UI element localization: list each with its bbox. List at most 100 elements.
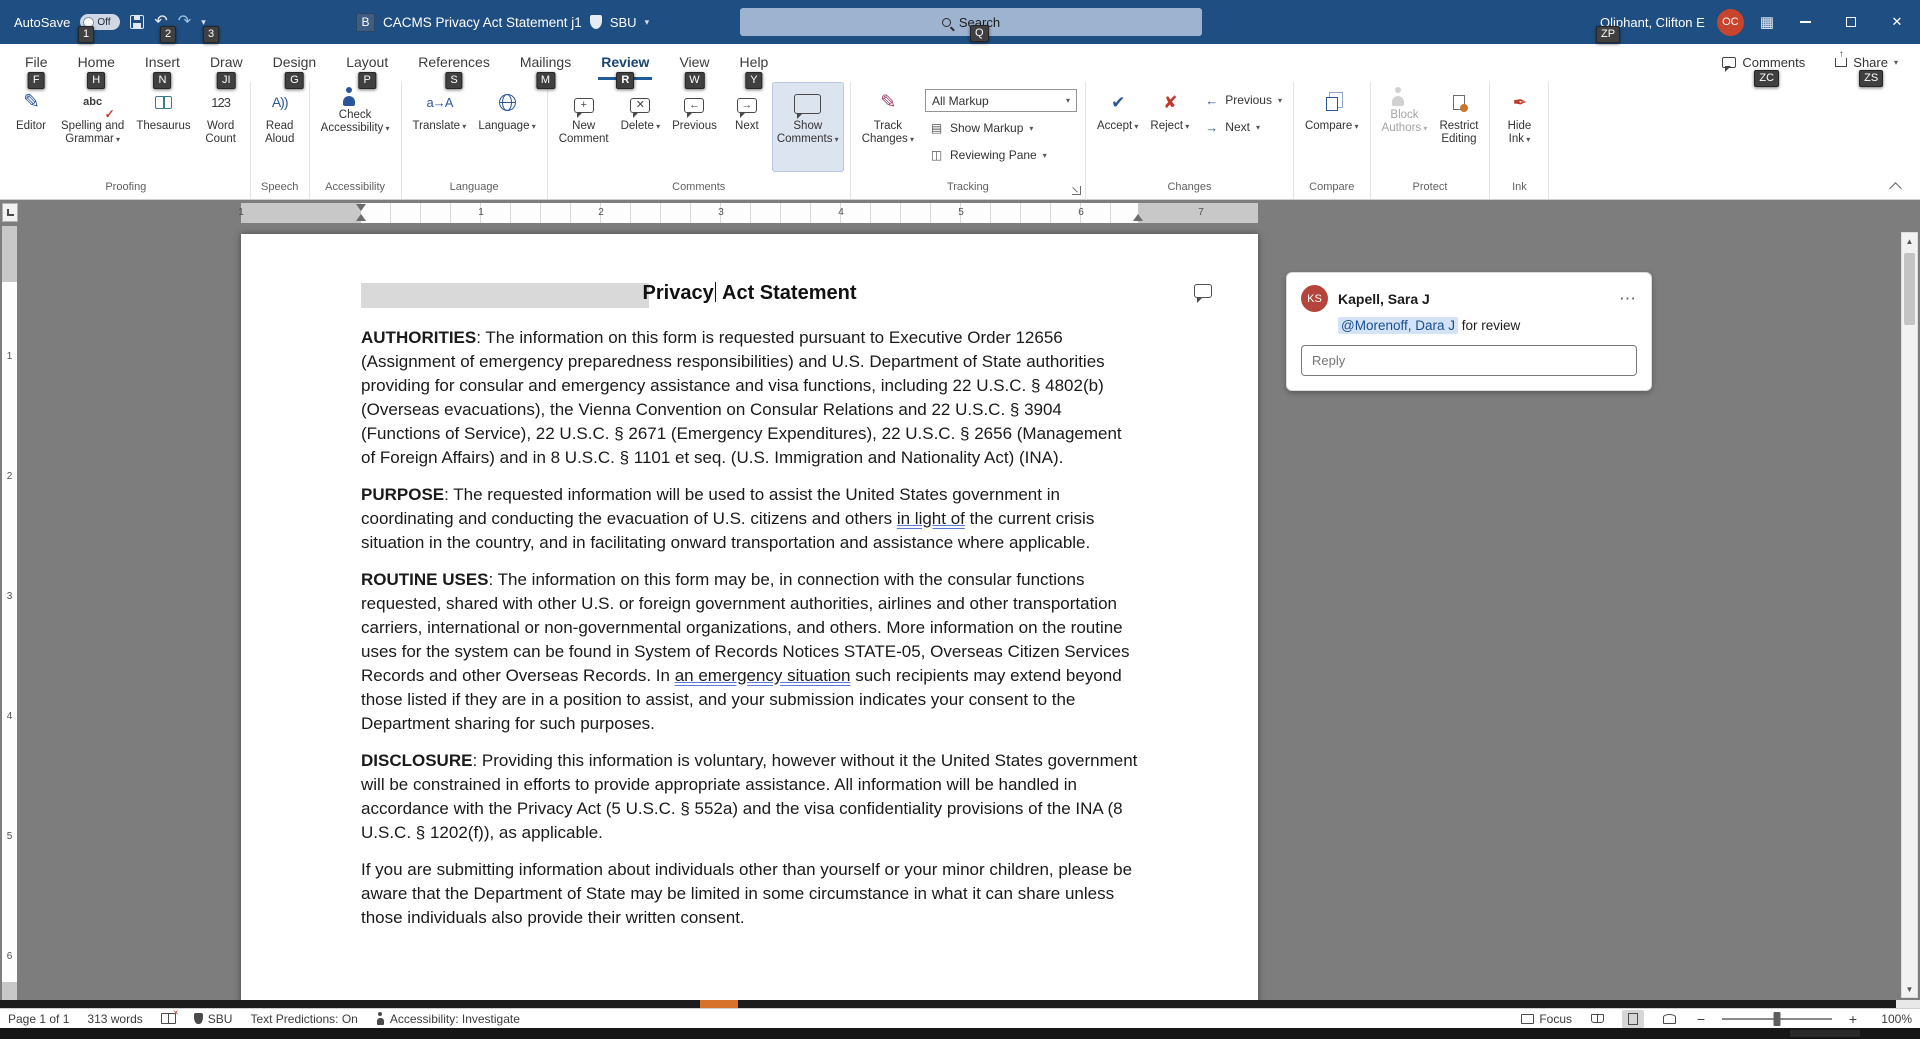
- document-title-line[interactable]: Privacy Act Statement: [361, 282, 1138, 312]
- ribbon-next-comment-button[interactable]: →Next: [724, 82, 770, 172]
- ribbon-language-button[interactable]: Language ▾: [473, 82, 540, 172]
- document-paragraph[interactable]: ROUTINE USES: The information on this fo…: [361, 568, 1138, 736]
- ribbon-editor-button[interactable]: ✎Editor: [8, 82, 54, 172]
- ribbon-show-comments-button[interactable]: ShowComments ▾: [772, 82, 844, 172]
- comment-author-name: Kapell, Sara J: [1338, 291, 1609, 307]
- zoom-slider-thumb[interactable]: [1774, 1012, 1781, 1026]
- tab-home[interactable]: HomeH: [63, 44, 130, 80]
- scroll-up-icon[interactable]: ▲: [1902, 233, 1917, 249]
- language-icon: [499, 94, 516, 111]
- sensitivity-chevron-icon[interactable]: ▾: [645, 17, 650, 28]
- accessibility-status[interactable]: Accessibility: Investigate: [376, 1009, 520, 1028]
- close-button[interactable]: ✕: [1874, 0, 1920, 44]
- display-for-review-combobox[interactable]: All Markup▾: [925, 89, 1077, 112]
- document-paragraph[interactable]: PURPOSE: The requested information will …: [361, 483, 1138, 555]
- tab-design[interactable]: DesignG: [258, 44, 332, 80]
- ribbon-read-aloud-button[interactable]: A))ReadAloud: [257, 82, 303, 172]
- ribbon-restrict-editing-button[interactable]: RestrictEditing: [1434, 82, 1483, 172]
- ribbon-delete-comment-button[interactable]: ✕Delete ▾: [616, 82, 666, 172]
- ribbon-restrict-editing-label: RestrictEditing: [1439, 120, 1478, 146]
- ribbon-next-change-button[interactable]: →Next▾: [1200, 116, 1285, 138]
- tab-insert[interactable]: InsertN: [130, 44, 195, 80]
- sensitivity-label[interactable]: SBU: [610, 15, 637, 30]
- ribbon-reviewing-pane-button[interactable]: ◫Reviewing Pane▾: [925, 144, 1077, 166]
- scrollbar-thumb[interactable]: [1904, 253, 1915, 325]
- keytip-home: H: [87, 72, 105, 89]
- ribbon-compare-button[interactable]: Compare ▾: [1300, 82, 1364, 172]
- comment-reply-input[interactable]: Reply: [1301, 345, 1637, 376]
- heading-rest[interactable]: Act Statement: [717, 282, 856, 304]
- tracking-dialog-launcher-icon[interactable]: [1072, 186, 1081, 195]
- ribbon-block-authors-button: BlockAuthors ▾: [1377, 82, 1433, 172]
- tab-layout[interactable]: LayoutP: [331, 44, 403, 80]
- share-button[interactable]: Share ▾ ZS: [1829, 49, 1904, 75]
- zoom-slider[interactable]: [1722, 1012, 1832, 1026]
- ribbon-check-accessibility-button[interactable]: CheckAccessibility ▾: [316, 82, 395, 172]
- horizontal-ruler: 11234567: [241, 203, 1258, 223]
- document-heading[interactable]: Privacy Act Statement: [643, 282, 857, 304]
- first-line-indent-marker[interactable]: [356, 204, 366, 211]
- ribbon-group-protect: BlockAuthors ▾RestrictEditingProtect: [1371, 82, 1491, 199]
- redo-icon[interactable]: ↷: [178, 14, 191, 30]
- document-title-area[interactable]: B CACMS Privacy Act Statement j1 SBU ▾: [356, 0, 649, 44]
- collapse-ribbon-icon[interactable]: [1889, 182, 1902, 195]
- sensitivity-label-label: SBU: [208, 1012, 233, 1026]
- right-indent-marker[interactable]: [1133, 214, 1143, 221]
- document-page[interactable]: Privacy Act Statement AUTHORITIES: The i…: [241, 234, 1258, 1000]
- ribbon-spelling-and-grammar-button[interactable]: abcSpelling andGrammar ▾: [56, 82, 129, 172]
- zoom-in-button[interactable]: +: [1846, 1011, 1860, 1027]
- read-mode-button[interactable]: [1586, 1010, 1608, 1028]
- print-layout-button[interactable]: [1622, 1010, 1644, 1028]
- tab-mailings[interactable]: MailingsM: [505, 44, 586, 80]
- text-predictions[interactable]: Text Predictions: On: [250, 1009, 357, 1028]
- save-icon[interactable]: [130, 15, 144, 29]
- ribbon-word-count-button[interactable]: 123WordCount: [198, 82, 244, 172]
- keytip-comments: ZC: [1754, 70, 1779, 87]
- paragraph-lead-label: DISCLOSURE: [361, 751, 472, 770]
- focus-button[interactable]: Focus: [1521, 1009, 1572, 1028]
- comment-mention[interactable]: @Morenoff, Dara J: [1338, 317, 1458, 334]
- ribbon-display-options-icon[interactable]: ▦: [1760, 13, 1774, 31]
- page-indicator[interactable]: Page 1 of 1: [8, 1009, 69, 1028]
- ribbon-previous-change-button[interactable]: ←Previous▾: [1200, 89, 1285, 111]
- scroll-down-icon[interactable]: ▼: [1902, 981, 1917, 997]
- ribbon-thesaurus-button[interactable]: Thesaurus: [131, 82, 195, 172]
- document-paragraph[interactable]: If you are submitting information about …: [361, 858, 1138, 930]
- ribbon-new-comment-button[interactable]: +NewComment: [554, 82, 614, 172]
- account-avatar[interactable]: OC: [1717, 9, 1744, 36]
- zoom-level[interactable]: 100%: [1874, 1012, 1912, 1026]
- ribbon-hide-ink-button[interactable]: ✒HideInk ▾: [1496, 82, 1542, 172]
- tab-selector[interactable]: [2, 203, 18, 222]
- tab-file[interactable]: FileF: [10, 44, 63, 80]
- tab-view[interactable]: ViewW: [664, 44, 724, 80]
- vertical-scrollbar[interactable]: ▲ ▼: [1901, 232, 1918, 998]
- web-layout-button[interactable]: [1658, 1010, 1680, 1028]
- ribbon-track-changes-button[interactable]: ✎TrackChanges ▾: [857, 82, 919, 172]
- sensitivity-label[interactable]: SBU: [194, 1009, 233, 1028]
- tab-references[interactable]: ReferencesS: [403, 44, 505, 80]
- tab-draw[interactable]: DrawJI: [195, 44, 258, 80]
- maximize-button[interactable]: [1828, 0, 1874, 44]
- tab-help[interactable]: HelpY: [725, 44, 784, 80]
- zoom-out-button[interactable]: −: [1694, 1011, 1708, 1027]
- hanging-indent-marker[interactable]: [356, 214, 366, 221]
- share-chevron-icon: ▾: [1894, 58, 1898, 67]
- document-paragraph[interactable]: AUTHORITIES: The information on this for…: [361, 326, 1138, 470]
- minimize-button[interactable]: [1782, 0, 1828, 44]
- heading-word-selected[interactable]: Privacy: [643, 282, 714, 304]
- comment-card[interactable]: KS Kapell, Sara J ⋯ @Morenoff, Dara J fo…: [1286, 272, 1652, 391]
- ribbon-translate-button[interactable]: a→ATranslate ▾: [408, 82, 472, 172]
- ribbon-accept-button[interactable]: ✔Accept ▾: [1092, 82, 1143, 172]
- proofing-status[interactable]: [161, 1009, 176, 1028]
- comment-anchor-icon[interactable]: [1194, 284, 1212, 298]
- word-count[interactable]: 313 words: [87, 1009, 142, 1028]
- ribbon-show-markup-button[interactable]: ▤Show Markup▾: [925, 117, 1077, 139]
- document-title[interactable]: CACMS Privacy Act Statement j1: [383, 15, 582, 30]
- document-paragraph[interactable]: DISCLOSURE: Providing this information i…: [361, 749, 1138, 845]
- ribbon-previous-comment-button[interactable]: ←Previous: [667, 82, 722, 172]
- comments-toggle-button[interactable]: Comments ZC: [1716, 49, 1811, 75]
- tab-review[interactable]: ReviewR: [586, 44, 664, 80]
- ribbon-reject-button[interactable]: ✘Reject ▾: [1145, 82, 1194, 172]
- comment-more-options-icon[interactable]: ⋯: [1619, 289, 1637, 309]
- reviewing-pane-icon: ◫: [928, 147, 944, 163]
